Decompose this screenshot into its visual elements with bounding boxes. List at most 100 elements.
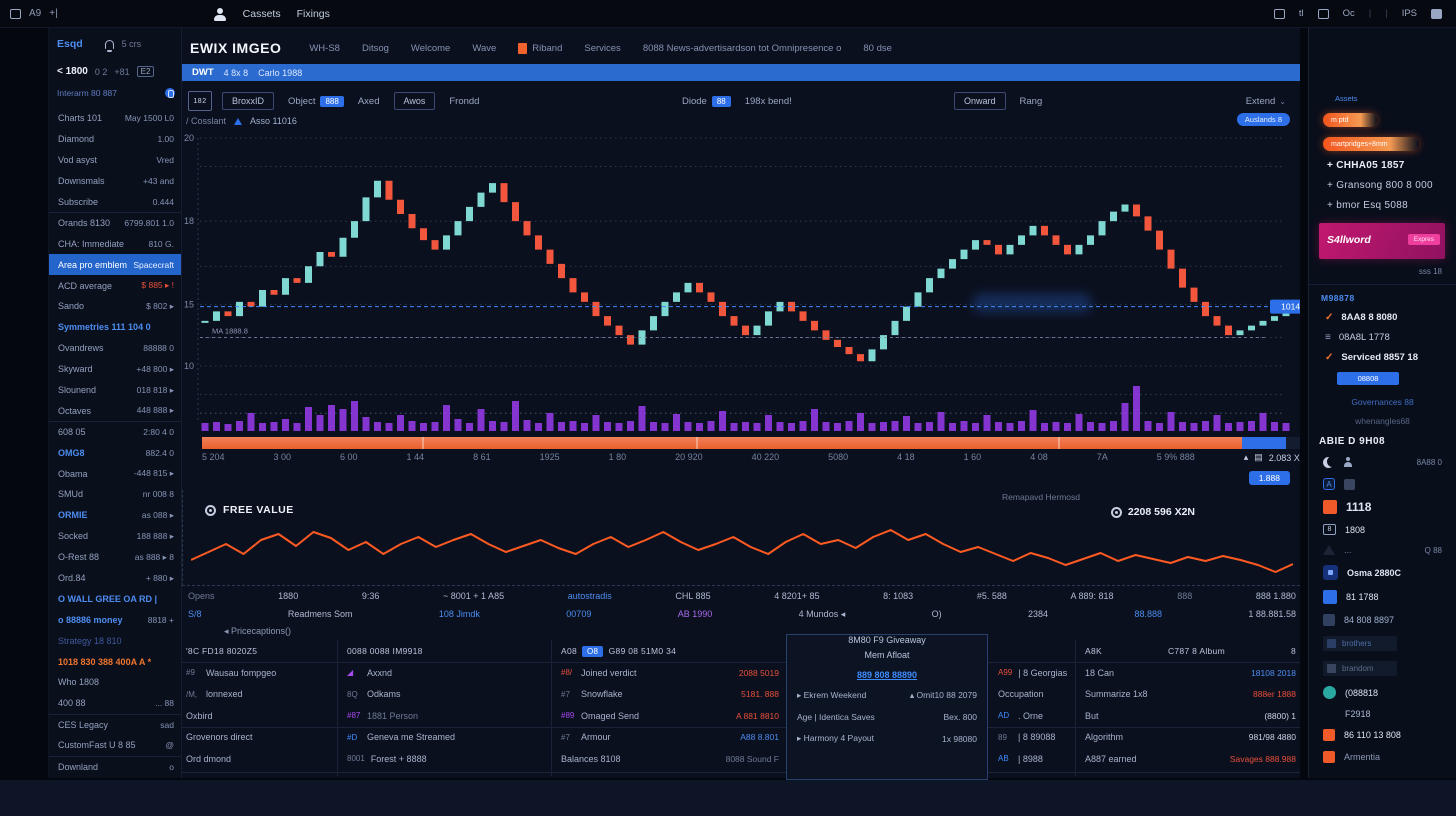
watchlist-row[interactable]: Diamond1.00: [49, 129, 181, 150]
watchlist-row[interactable]: O-Rest 88as 888 ▸ 8: [49, 547, 181, 568]
watchlist-row[interactable]: Ovandrews88888 0: [49, 338, 181, 359]
table-row[interactable]: Algorithm981/98 4880: [1085, 727, 1296, 749]
timeframe-button[interactable]: 1.888: [1249, 471, 1290, 485]
watchlist-row[interactable]: Symmetries 111 104 0: [49, 317, 181, 338]
checklist-item[interactable]: ✓8AA8 8 8080: [1325, 312, 1456, 323]
table-row[interactable]: #9Wausau fompgeo: [186, 662, 333, 684]
range-view-segment[interactable]: [1242, 437, 1286, 449]
detail-chunk[interactable]: 1 88.881.58: [1248, 609, 1296, 620]
sidebar-tag[interactable]: E2: [137, 66, 155, 77]
mini-chip[interactable]: brothers: [1323, 636, 1397, 651]
toolbar-button-onward[interactable]: Onward: [954, 92, 1006, 110]
save-icon[interactable]: [1318, 9, 1329, 19]
primary-action-button[interactable]: 08808: [1337, 372, 1399, 385]
detail-chunk[interactable]: 2384: [1028, 609, 1048, 620]
chart-range-scrollbar[interactable]: [202, 437, 1300, 449]
table-row[interactable]: #DGeneva me Streamed: [347, 727, 547, 749]
governances-link[interactable]: Governances 88: [1309, 397, 1456, 407]
panel-link[interactable]: 889 808 88890: [797, 665, 977, 685]
brand-menu-cassets[interactable]: Cassets: [243, 8, 281, 20]
watchlist-row[interactable]: Sando$ 802 ▸: [49, 296, 181, 317]
layout-grid-icon[interactable]: 182: [188, 91, 212, 111]
chat-icon[interactable]: [1274, 9, 1285, 19]
table-row[interactable]: 89| 8 89088: [998, 727, 1070, 749]
table-row[interactable]: A99| 8 Georgias: [998, 662, 1070, 684]
watchlist-row[interactable]: CES Legacysad: [49, 714, 181, 735]
detail-chunk[interactable]: 00709: [566, 609, 591, 620]
sub-detail[interactable]: ◂ Pricecaptions(): [224, 626, 291, 637]
table-row[interactable]: But(8800) 1: [1085, 705, 1296, 727]
app-window-icon[interactable]: [10, 9, 21, 19]
watchlist-row[interactable]: Strategy 18 810: [49, 630, 181, 651]
toolbar-button-axed[interactable]: Axed: [358, 96, 380, 107]
tab-7[interactable]: 8088 News-advertisardson tot Omnipresenc…: [643, 43, 842, 54]
toolbar-button-rang[interactable]: Rang: [1020, 96, 1043, 107]
table-row[interactable]: Occupation: [998, 684, 1070, 706]
table-row[interactable]: /M,lonnexed: [186, 684, 333, 706]
watchlist-row[interactable]: OMG8882.4 0: [49, 442, 181, 463]
table-row[interactable]: AD. Orne: [998, 705, 1070, 727]
watchlist-row[interactable]: Socked188 888 ▸: [49, 526, 181, 547]
plus-link-1[interactable]: + CHHA05 1857: [1327, 160, 1456, 171]
promo-pill-2[interactable]: martpridges+8mm: [1323, 137, 1419, 151]
plus-link-2[interactable]: + Gransong 800 8 000: [1327, 180, 1456, 191]
toolbar-button-broxxid[interactable]: BroxxID: [222, 92, 274, 110]
watchlist-row[interactable]: SMUdnr 008 8: [49, 484, 181, 505]
mini-chip[interactable]: brandom: [1323, 661, 1397, 676]
tab-4[interactable]: Wave: [472, 43, 496, 54]
watchlist-row[interactable]: Downsmals+43 and: [49, 171, 181, 192]
tab-2[interactable]: Ditsog: [362, 43, 389, 54]
panel-row[interactable]: ▸ Ekrem Weekend▴ Omit10 88 2079: [797, 685, 977, 707]
candlestick-chart[interactable]: 20181510MA 1888.810143: [182, 130, 1300, 432]
detail-chunk[interactable]: 4 Mundos ◂: [799, 609, 846, 620]
add-tab-icon[interactable]: +|: [49, 8, 57, 19]
annotation-pill[interactable]: Auslands 8: [1237, 113, 1290, 126]
watchlist-row[interactable]: O WALL GREE OA RD |: [49, 588, 181, 609]
table-row[interactable]: 8001Forest + 8888: [347, 748, 547, 770]
promo-pill-1[interactable]: m ptd: [1323, 113, 1377, 127]
sidebar-item[interactable]: 84 808 8897: [1323, 614, 1456, 626]
watchlist-row[interactable]: 400 88... 88: [49, 693, 181, 714]
watchlist-row[interactable]: Ord.84+ 880 ▸: [49, 568, 181, 589]
panel-row[interactable]: Age | Identica SavesBex. 800: [797, 707, 977, 729]
checklist-item[interactable]: ✓Serviced 8857 18: [1325, 352, 1456, 363]
watchlist-row[interactable]: ACD average$ 885 ▸ !: [49, 275, 181, 296]
brand-menu-fixings[interactable]: Fixings: [297, 8, 330, 20]
panel-row[interactable]: ▸ Harmony 4 Payout1x 98080: [797, 728, 977, 750]
table-row[interactable]: #7Snowflake5181. 888: [561, 684, 779, 706]
sidebar-item[interactable]: Armentia: [1323, 751, 1456, 763]
tab-6[interactable]: Services: [584, 43, 620, 54]
bell-icon[interactable]: [105, 40, 114, 49]
watchlist-row[interactable]: 1018 830 388 400A A *: [49, 651, 181, 672]
table-row[interactable]: #89Omaged SendA 881 8810: [561, 705, 779, 727]
watchlist-title[interactable]: Esqd: [57, 38, 83, 50]
apps-grid-icon[interactable]: [1431, 9, 1442, 19]
detail-chunk[interactable]: 108 Jimdk: [439, 609, 480, 620]
table-row[interactable]: Balances 81088088 Sound F: [561, 748, 779, 770]
watchlist-row[interactable]: Vod asystVred: [49, 150, 181, 171]
sidebar-item[interactable]: 81808: [1323, 524, 1456, 535]
table-row[interactable]: #871881 Person: [347, 705, 547, 727]
watchlist-row[interactable]: Charts 101May 1500 L0: [49, 108, 181, 129]
watchlist-row[interactable]: 608 052:80 4 0: [49, 421, 181, 442]
watchlist-row[interactable]: Skyward+48 800 ▸: [49, 359, 181, 380]
table-row[interactable]: Grovenors direct: [186, 727, 333, 749]
promo-banner[interactable]: S4llword Expres: [1319, 223, 1445, 259]
promo-button[interactable]: Expres: [1408, 234, 1440, 245]
table-row[interactable]: A887 earnedSavages 888.988: [1085, 748, 1296, 770]
info-badge-icon[interactable]: [165, 88, 175, 98]
sidebar-item[interactable]: 8A88 0: [1323, 457, 1456, 468]
tab-8[interactable]: 80 dse: [863, 43, 892, 54]
extend-button[interactable]: Extend⌄: [1246, 96, 1286, 107]
sidebar-item[interactable]: 81 1788: [1323, 590, 1456, 604]
detail-chunk[interactable]: O): [932, 609, 942, 620]
table-row[interactable]: #7ArmourA88 8.801: [561, 727, 779, 749]
watchlist-row[interactable]: CustomFast U 8 85@: [49, 735, 181, 756]
table-row[interactable]: Ord dmond: [186, 748, 333, 770]
watchlist-row[interactable]: CHA: Immediate810 G.: [49, 233, 181, 254]
toolbar-button-diode[interactable]: Diode88: [682, 96, 731, 107]
table-row[interactable]: Oxbird: [186, 705, 333, 727]
sidebar-item[interactable]: A: [1323, 478, 1456, 490]
tab-1[interactable]: WH-S8: [309, 43, 340, 54]
tab-3[interactable]: Welcome: [411, 43, 450, 54]
